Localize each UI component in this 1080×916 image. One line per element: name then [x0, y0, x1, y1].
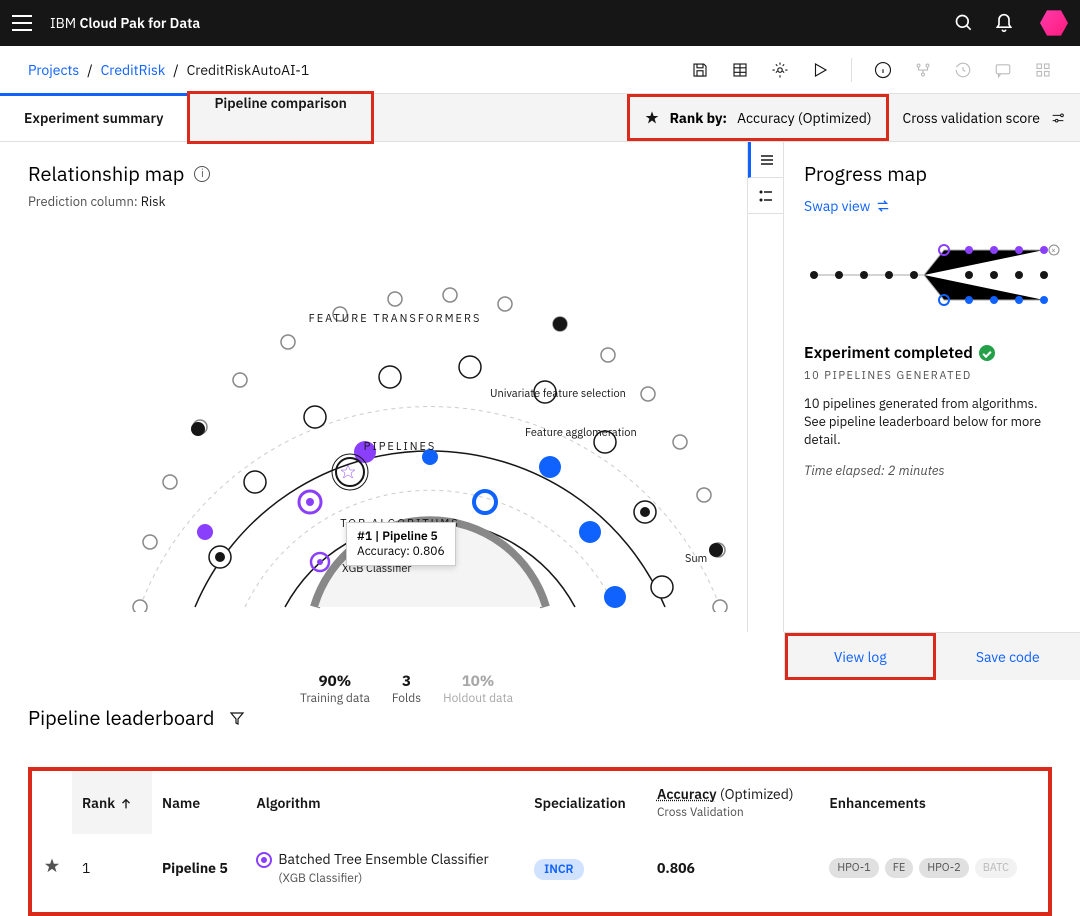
flow-icon[interactable]	[914, 61, 932, 79]
svg-text:FEATURE TRANSFORMERS: FEATURE TRANSFORMERS	[309, 312, 482, 326]
cell-name: Pipeline 5	[152, 834, 246, 902]
svg-text:PIPELINES: PIPELINES	[364, 440, 437, 454]
rank-by-selector[interactable]: Rank by: Accuracy (Optimized)	[627, 94, 889, 141]
menu-icon[interactable]	[12, 15, 32, 31]
leaderboard-title: Pipeline leaderboard	[28, 704, 215, 731]
view-toggle-map[interactable]	[748, 142, 783, 178]
cell-specialization: INCR	[524, 834, 647, 902]
filter-icon[interactable]	[229, 710, 245, 726]
info-icon[interactable]: i	[194, 166, 210, 182]
svg-text:Univariate feature selection: Univariate feature selection	[490, 387, 626, 401]
col-specialization[interactable]: Specialization	[524, 771, 647, 834]
col-enhancements[interactable]: Enhancements	[819, 771, 1048, 834]
folds-stat: 3Folds	[392, 672, 421, 706]
swap-view-link[interactable]: Swap view	[804, 197, 1060, 215]
brand: IBM Cloud Pak for Data	[50, 14, 200, 32]
checkmark-icon	[979, 345, 995, 361]
pipelines-generated-label: 10 PIPELINES GENERATED	[804, 369, 1060, 383]
progress-tree: ×	[804, 235, 1060, 315]
grid-icon[interactable]	[1034, 61, 1052, 79]
leaderboard-table: Rank Name Algorithm Specialization Accur…	[32, 771, 1048, 902]
tab-experiment-summary[interactable]: Experiment summary	[0, 94, 187, 141]
chat-icon[interactable]	[994, 61, 1012, 79]
info-icon[interactable]	[874, 61, 892, 79]
progress-map-title: Progress map	[804, 160, 1060, 187]
view-log-button[interactable]: View log	[788, 636, 933, 677]
col-algorithm[interactable]: Algorithm	[246, 771, 524, 834]
star-icon	[644, 110, 660, 126]
breadcrumb-creditrisk[interactable]: CreditRisk	[101, 61, 166, 79]
settings-icon[interactable]	[771, 61, 789, 79]
svg-text:Sum: Sum	[685, 552, 707, 566]
experiment-complete-label: Experiment completed	[804, 343, 973, 363]
cross-validation-score[interactable]: Cross validation score	[889, 94, 1080, 141]
table-row[interactable]: 1 Pipeline 5 Batched Tree Ensemble Class…	[32, 834, 1048, 902]
svg-text:Feature agglomeration: Feature agglomeration	[525, 426, 637, 440]
view-toggle-tree[interactable]	[748, 178, 783, 214]
save-icon[interactable]	[691, 61, 709, 79]
save-code-button[interactable]: Save code	[936, 633, 1080, 680]
breadcrumb-current: CreditRiskAutoAI-1	[187, 61, 310, 79]
col-name[interactable]: Name	[152, 771, 246, 834]
time-elapsed: Time elapsed: 2 minutes	[804, 462, 1060, 479]
data-icon[interactable]	[731, 61, 749, 79]
cell-rank: 1	[72, 834, 152, 902]
svg-text:×: ×	[1051, 246, 1056, 256]
col-accuracy[interactable]: Accuracy (Optimized)Cross Validation	[647, 771, 819, 834]
cell-algorithm: Batched Tree Ensemble Classifier(XGB Cla…	[246, 834, 524, 902]
training-data-stat: 90%Training data	[300, 672, 370, 706]
run-icon[interactable]	[811, 61, 829, 79]
sort-arrow-icon	[119, 797, 133, 811]
search-icon[interactable]	[954, 13, 974, 33]
sliders-icon	[1050, 110, 1066, 126]
notification-icon[interactable]	[994, 13, 1014, 33]
pipelines-description: 10 pipelines generated from algorithms. …	[804, 395, 1060, 450]
cell-enhancements: HPO-1 FE HPO-2 BATC	[819, 834, 1048, 902]
favorite-star-icon[interactable]	[43, 857, 61, 875]
rank-by-value: Accuracy (Optimized)	[737, 109, 871, 127]
breadcrumb-projects[interactable]: Projects	[28, 61, 79, 79]
pipeline-tooltip: #1 | Pipeline 5 Accuracy: 0.806	[346, 522, 456, 566]
rank-by-label: Rank by:	[670, 109, 727, 127]
relationship-map-title: Relationship map	[28, 160, 184, 187]
breadcrumb: Projects/ CreditRisk/ CreditRiskAutoAI-1	[28, 61, 309, 79]
tab-pipeline-comparison[interactable]: Pipeline comparison	[190, 94, 370, 112]
col-rank[interactable]: Rank	[72, 771, 152, 834]
cell-accuracy: 0.806	[647, 834, 819, 902]
app-switcher-icon[interactable]	[1040, 9, 1068, 37]
history-icon[interactable]	[954, 61, 972, 79]
holdout-stat: 10%Holdout data	[443, 672, 513, 706]
